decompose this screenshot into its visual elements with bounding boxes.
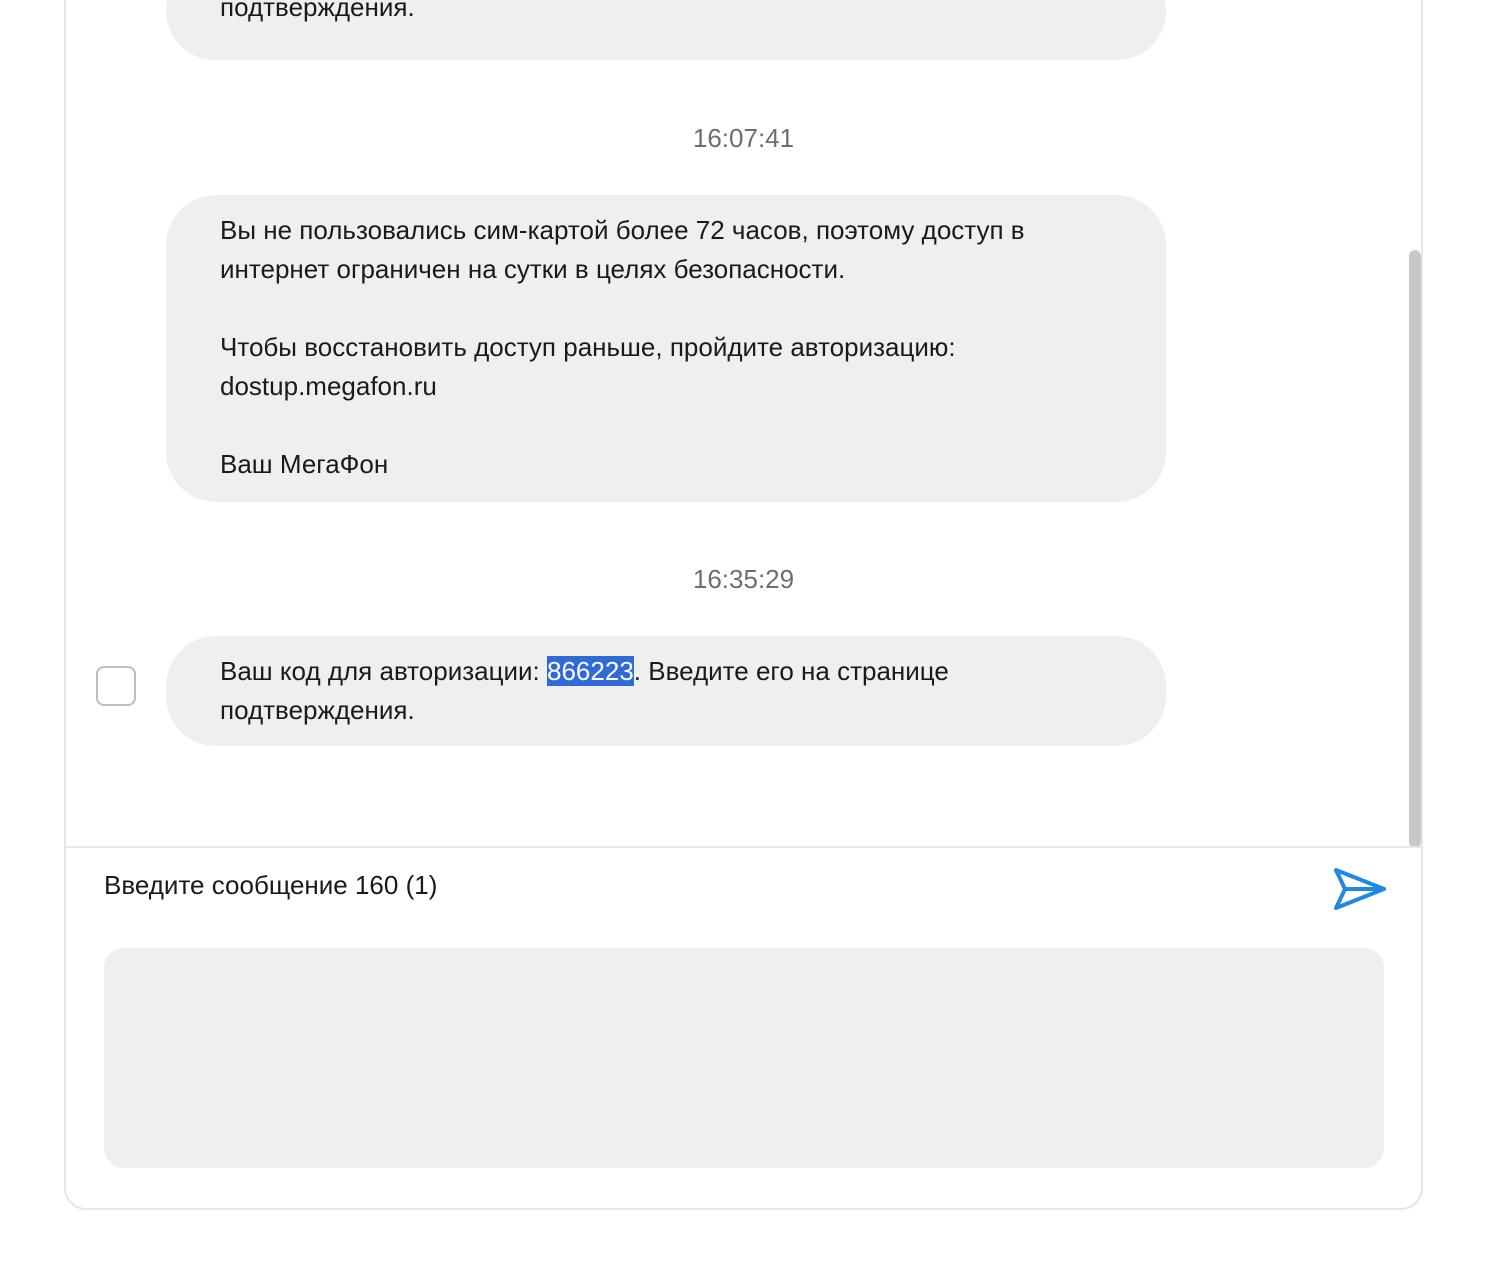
message-paragraph: Вы не пользовались сим-картой более 72 ч… [220,215,1032,284]
message-paragraph: Ваш МегаФон [220,449,389,479]
scrollbar-thumb[interactable] [1409,250,1421,846]
message-bubble: подтверждения. [166,0,1166,60]
auth-code[interactable]: 866223 [547,656,634,686]
chat-panel: подтверждения. 16:07:41 Вы не пользовали… [64,0,1423,1210]
send-button[interactable] [1332,866,1388,912]
message-paragraph: Чтобы восстановить доступ раньше, пройди… [220,332,963,401]
message-input[interactable] [104,948,1384,1168]
message-text: Ваш код для авторизации: 866223. Введите… [220,652,1112,730]
message-bubble: Ваш код для авторизации: 866223. Введите… [166,636,1166,746]
message-list[interactable]: подтверждения. 16:07:41 Вы не пользовали… [66,0,1421,848]
message-timestamp: 16:35:29 [692,564,795,594]
message-text: подтверждения. [220,0,415,22]
send-icon [1334,868,1386,910]
message-text-before: Ваш код для авторизации: [220,656,548,686]
message-bubble: Вы не пользовались сим-картой более 72 ч… [166,195,1166,502]
message-timestamp: 16:07:41 [692,123,795,153]
message-select-checkbox[interactable] [96,666,136,706]
compose-label: Введите сообщение 160 (1) [104,870,438,900]
